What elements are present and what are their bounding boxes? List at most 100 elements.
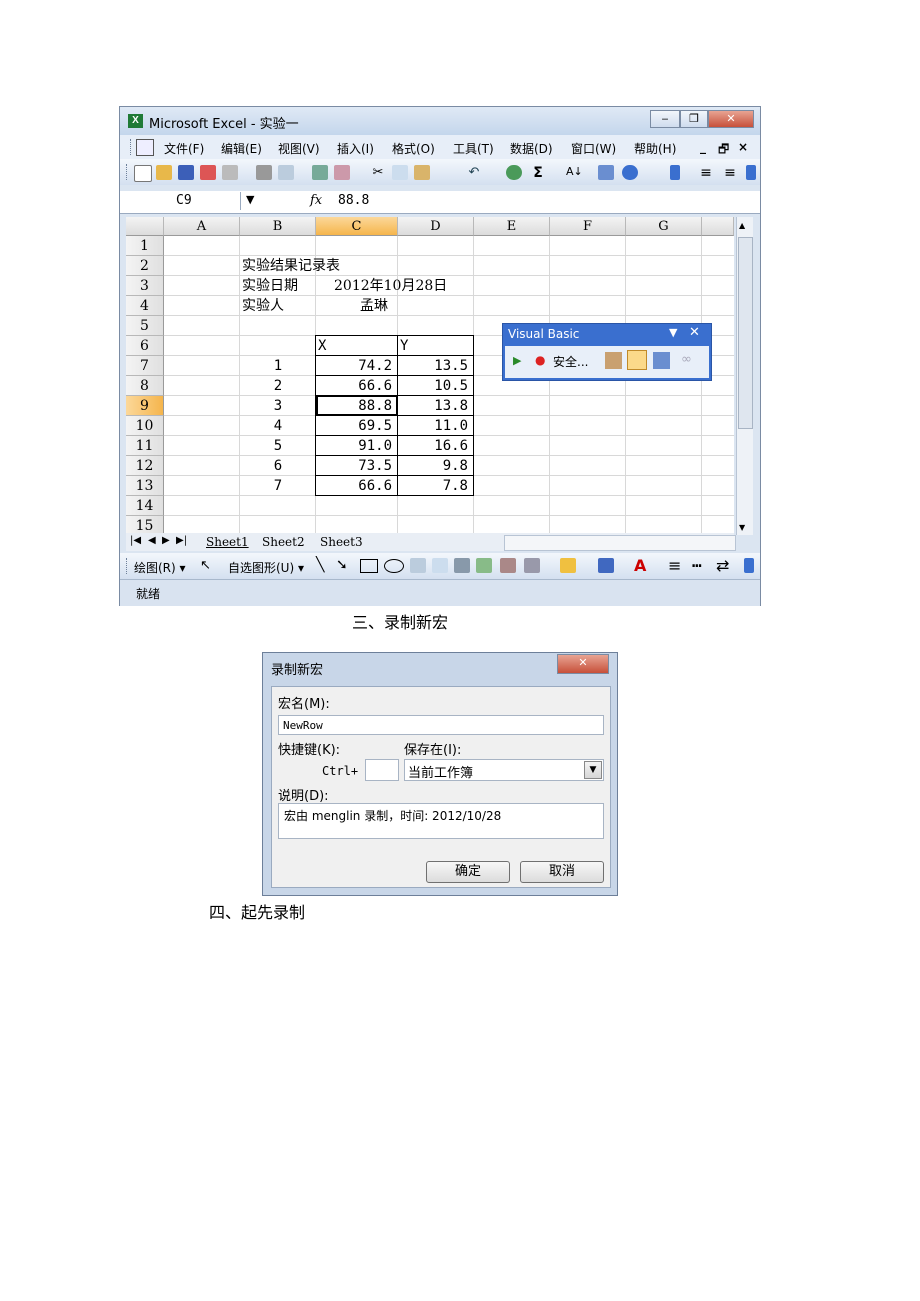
cell-c8[interactable]: 66.6	[316, 376, 392, 396]
row-header-1[interactable]: 1	[126, 236, 164, 256]
visual-basic-editor-icon[interactable]	[605, 352, 622, 369]
cell-b2[interactable]: 实验结果记录表	[242, 256, 340, 276]
print-preview-icon[interactable]	[278, 165, 294, 180]
cell-d12[interactable]: 9.8	[398, 456, 468, 476]
store-in-select[interactable]: 当前工作簿 ▼	[404, 759, 604, 781]
cell-b13[interactable]: 7	[240, 476, 316, 496]
col-header-e[interactable]: E	[474, 217, 550, 236]
diagram-icon[interactable]	[454, 558, 470, 573]
dialog-close-icon[interactable]: ✕	[557, 654, 609, 674]
clip-art-icon[interactable]	[476, 558, 492, 573]
tab-nav-last-icon[interactable]: ▶|	[176, 535, 187, 546]
design-mode-icon[interactable]	[653, 352, 670, 369]
name-box-dropdown-icon[interactable]: ▼	[246, 193, 254, 206]
sort-ascending-icon[interactable]: A↓	[566, 165, 583, 180]
row-header-12[interactable]: 12	[126, 456, 164, 476]
menu-view[interactable]: 视图(V)	[278, 140, 320, 157]
select-objects-icon[interactable]: ↖	[200, 558, 211, 573]
scroll-thumb[interactable]	[738, 237, 753, 429]
tab-sheet1[interactable]: Sheet1	[206, 535, 249, 549]
cell-d6[interactable]: Y	[400, 336, 408, 356]
minimize-icon[interactable]: ‒	[650, 110, 680, 128]
cell-c13[interactable]: 66.6	[316, 476, 392, 496]
col-header-g[interactable]: G	[626, 217, 702, 236]
tab-nav-prev-icon[interactable]: ◀	[148, 535, 156, 546]
cell-c9[interactable]: 88.8	[316, 396, 392, 416]
menu-insert[interactable]: 插入(I)	[337, 140, 374, 157]
select-all-corner[interactable]	[126, 217, 164, 236]
cell-d10[interactable]: 11.0	[398, 416, 468, 436]
row-header-10[interactable]: 10	[126, 416, 164, 436]
textbox-icon[interactable]	[410, 558, 426, 573]
permission-icon[interactable]	[200, 165, 216, 180]
row-header-7[interactable]: 7	[126, 356, 164, 376]
control-toolbox-icon[interactable]	[627, 350, 647, 370]
arrow-style-icon[interactable]: ⇄	[716, 556, 729, 575]
cell-b9[interactable]: 3	[240, 396, 316, 416]
menu-help[interactable]: 帮助(H)	[634, 140, 676, 157]
email-icon[interactable]	[222, 165, 238, 180]
cell-c10[interactable]: 69.5	[316, 416, 392, 436]
save-icon[interactable]	[178, 165, 194, 180]
record-macro-icon[interactable]: ●	[535, 353, 545, 367]
menu-format[interactable]: 格式(O)	[392, 140, 435, 157]
print-icon[interactable]	[256, 165, 272, 180]
autosum-icon[interactable]: Σ	[530, 165, 546, 181]
cancel-button[interactable]: 取消	[520, 861, 604, 883]
picture-icon[interactable]	[500, 558, 516, 573]
name-box[interactable]: C9	[122, 192, 241, 210]
doc-close-icon[interactable]: ×	[738, 140, 748, 154]
col-header-h[interactable]	[702, 217, 734, 236]
col-header-d[interactable]: D	[398, 217, 474, 236]
restore-icon[interactable]: ❐	[680, 110, 708, 128]
row-header-13[interactable]: 13	[126, 476, 164, 496]
rectangle-icon[interactable]	[360, 559, 378, 573]
row-header-11[interactable]: 11	[126, 436, 164, 456]
row-header-5[interactable]: 5	[126, 316, 164, 336]
cell-c3[interactable]: 2012年10月28日	[334, 276, 447, 296]
tab-nav-first-icon[interactable]: |◀	[130, 535, 141, 546]
spelling-icon[interactable]	[312, 165, 328, 180]
cell-c4[interactable]: 孟琳	[360, 296, 388, 316]
undo-icon[interactable]: ↶	[466, 165, 482, 180]
align-center-icon[interactable]: ≡	[722, 165, 738, 181]
row-header-3[interactable]: 3	[126, 276, 164, 296]
cell-b4[interactable]: 实验人	[242, 296, 284, 316]
cell-b11[interactable]: 5	[240, 436, 316, 456]
cell-b7[interactable]: 1	[240, 356, 316, 376]
arrow-icon[interactable]: ➘	[336, 557, 348, 573]
row-header-2[interactable]: 2	[126, 256, 164, 276]
tab-sheet3[interactable]: Sheet3	[320, 535, 363, 549]
close-icon[interactable]: ✕	[708, 110, 754, 128]
hyperlink-icon[interactable]	[506, 165, 522, 180]
dash-style-icon[interactable]: ┅	[692, 556, 702, 575]
chart-wizard-icon[interactable]	[598, 165, 614, 180]
line-color-icon[interactable]	[598, 558, 614, 573]
row-header-8[interactable]: 8	[126, 376, 164, 396]
toolbar-options-icon[interactable]: ▼	[669, 326, 677, 339]
cell-b3[interactable]: 实验日期	[242, 276, 298, 296]
line-icon[interactable]: ╲	[316, 557, 324, 573]
row-header-14[interactable]: 14	[126, 496, 164, 516]
wordart-icon[interactable]	[432, 558, 448, 573]
paste-icon[interactable]	[414, 165, 430, 180]
cell-c11[interactable]: 91.0	[316, 436, 392, 456]
security-button[interactable]: 安全...	[553, 353, 588, 370]
menu-data[interactable]: 数据(D)	[510, 140, 553, 157]
menu-window[interactable]: 窗口(W)	[571, 140, 616, 157]
tab-sheet2[interactable]: Sheet2	[262, 535, 305, 549]
cut-icon[interactable]: ✂	[370, 165, 386, 180]
scroll-down-icon[interactable]: ▼	[739, 523, 745, 532]
align-left-icon[interactable]: ≡	[698, 165, 714, 181]
row-header-4[interactable]: 4	[126, 296, 164, 316]
help-icon[interactable]	[622, 165, 638, 180]
col-header-a[interactable]: A	[164, 217, 240, 236]
cell-c6[interactable]: X	[318, 336, 326, 356]
row-header-6[interactable]: 6	[126, 336, 164, 356]
tab-nav-next-icon[interactable]: ▶	[162, 535, 170, 546]
draw-menu-button[interactable]: 绘图(R) ▾	[134, 559, 186, 576]
col-header-f[interactable]: F	[550, 217, 626, 236]
toolbar-options-icon[interactable]	[744, 558, 754, 573]
workbook-icon[interactable]	[136, 139, 154, 156]
toolbar-options-icon[interactable]	[670, 165, 680, 180]
